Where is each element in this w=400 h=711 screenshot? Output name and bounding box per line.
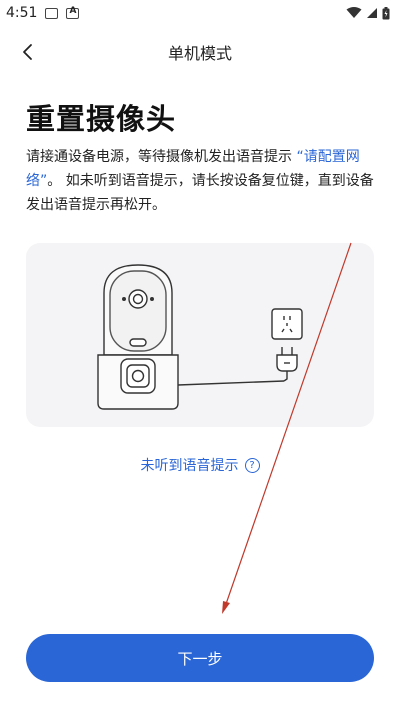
status-bar: 4:51 bbox=[0, 0, 400, 26]
status-right bbox=[346, 6, 390, 20]
battery-icon bbox=[382, 6, 390, 19]
status-time: 4:51 bbox=[6, 5, 38, 21]
status-left: 4:51 bbox=[6, 5, 80, 21]
instructions-text: 请接通设备电源，等待摄像机发出语音提示 “请配置网络”。 如未听到语音提示，请长… bbox=[26, 145, 376, 217]
top-bar: 单机模式 bbox=[0, 30, 400, 74]
next-button[interactable]: 下一步 bbox=[26, 634, 374, 682]
back-button[interactable] bbox=[14, 38, 42, 66]
help-link-label: 未听到语音提示 bbox=[140, 458, 239, 474]
chevron-left-icon bbox=[23, 44, 32, 60]
instructions-part-1: 请接通设备电源，等待摄像机发出语音提示 bbox=[26, 149, 297, 165]
wifi-icon bbox=[346, 7, 362, 18]
signal-icon bbox=[367, 8, 377, 18]
camera-icon bbox=[97, 264, 303, 410]
instructions-part-2: 。 如未听到语音提示，请长按设备复位键，直到设备发出语音提示再松开。 bbox=[26, 173, 374, 213]
question-circle-icon: ? bbox=[244, 457, 260, 473]
arrow-head bbox=[222, 601, 230, 614]
reset-illustration bbox=[26, 243, 374, 427]
screen: 4:51 单机模式 重置摄像头 请 bbox=[0, 0, 400, 711]
image-notification-icon bbox=[45, 7, 59, 19]
app-notification-icon bbox=[66, 6, 80, 19]
camera-and-outlet-illustration bbox=[97, 264, 303, 410]
page-title: 单机模式 bbox=[167, 44, 232, 63]
no-voice-help-link[interactable]: 未听到语音提示 ? bbox=[0, 455, 400, 475]
section-title: 重置摄像头 bbox=[26, 102, 177, 136]
